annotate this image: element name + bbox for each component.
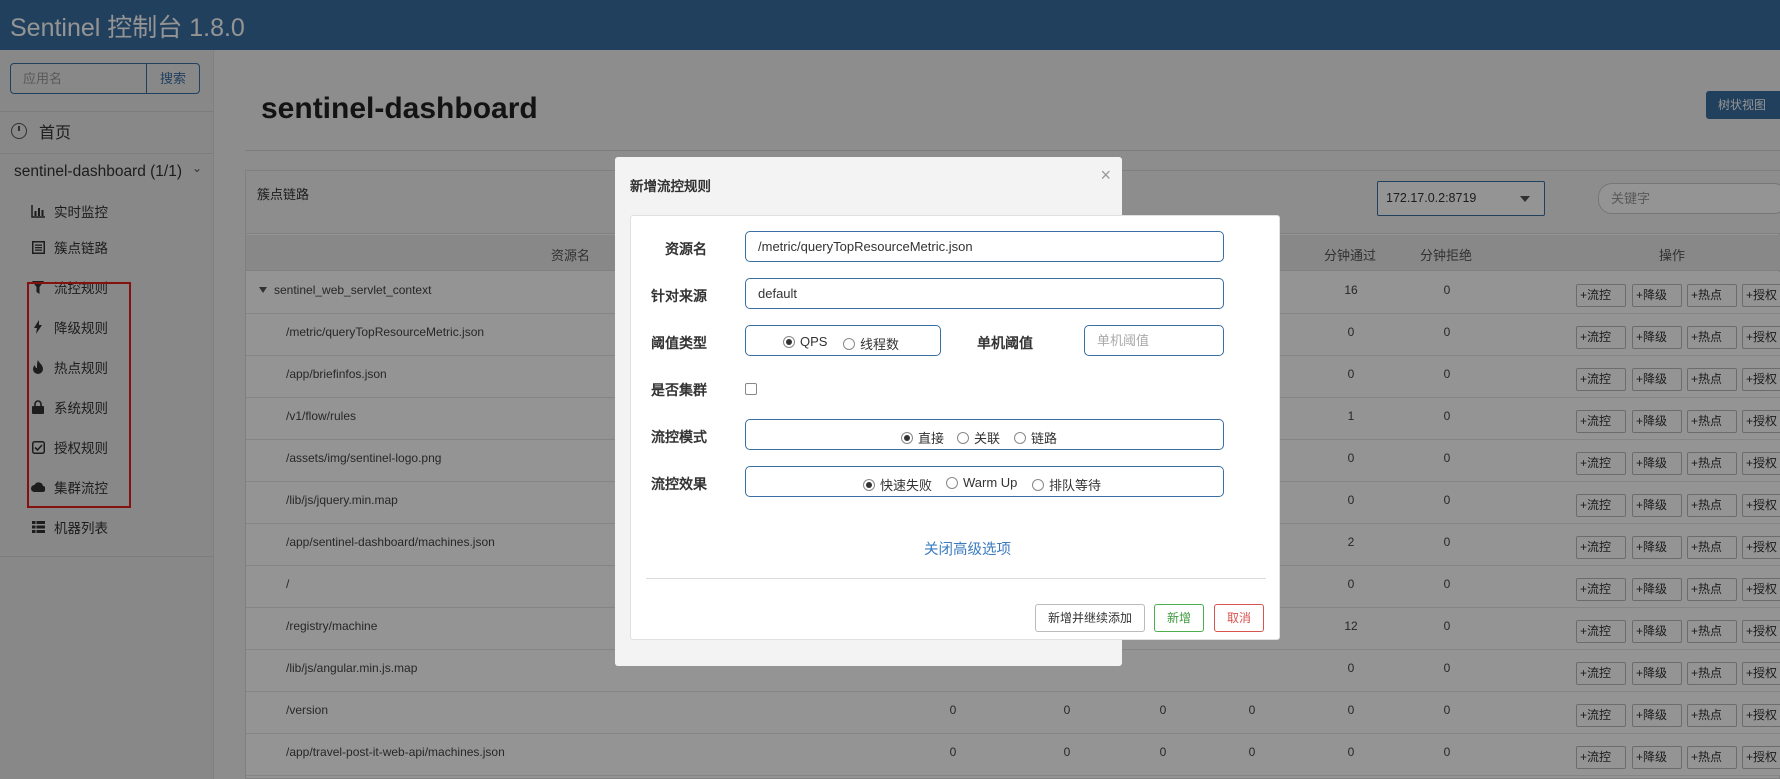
cluster-label: 是否集群 (651, 382, 707, 398)
dialog-title: 新增流控规则 (630, 179, 711, 194)
radio-dot (863, 478, 875, 491)
add-button[interactable]: 新增 (1154, 604, 1204, 632)
radio-label: 排队等待 (1049, 478, 1102, 493)
radio-dot (843, 337, 855, 350)
radio-label: 关联 (974, 431, 1001, 446)
resource-field[interactable]: /metric/queryTopResourceMetric.json (745, 231, 1224, 262)
radio-qps[interactable]: QPS (783, 334, 827, 349)
radio-associate[interactable]: 关联 (957, 428, 1000, 447)
mode-label: 流控模式 (651, 429, 707, 445)
radio-chain[interactable]: 链路 (1014, 428, 1057, 447)
divider (646, 578, 1266, 579)
radio-dot (783, 335, 795, 348)
threshold-type-group: QPS 线程数 (745, 325, 941, 356)
dialog-form: 资源名 /metric/queryTopResourceMetric.json … (630, 215, 1280, 640)
toggle-advanced-link[interactable]: 关闭高级选项 (924, 538, 1011, 559)
radio-label: Warm Up (963, 475, 1018, 490)
effect-group: 快速失败 Warm Up 排队等待 (745, 466, 1224, 497)
origin-label: 针对来源 (651, 288, 707, 304)
add-and-continue-button[interactable]: 新增并继续添加 (1035, 604, 1145, 632)
cancel-button[interactable]: 取消 (1214, 604, 1264, 632)
radio-threads[interactable]: 线程数 (843, 334, 899, 353)
radio-label: 链路 (1031, 431, 1058, 446)
resource-label: 资源名 (665, 241, 707, 257)
threshold-type-label: 阈值类型 (651, 335, 707, 351)
radio-dot (1032, 478, 1044, 491)
radio-fail-fast[interactable]: 快速失败 (863, 475, 932, 494)
threshold-label: 单机阈值 (977, 335, 1033, 351)
radio-warm-up[interactable]: Warm Up (946, 475, 1017, 490)
radio-dot (957, 431, 969, 444)
origin-field[interactable]: default (745, 278, 1224, 309)
radio-label: 线程数 (860, 337, 900, 352)
radio-dot (1014, 431, 1026, 444)
effect-label: 流控效果 (651, 476, 707, 492)
radio-dot (946, 476, 958, 489)
radio-label: QPS (800, 334, 828, 349)
radio-label: 直接 (918, 431, 945, 446)
mode-group: 直接 关联 链路 (745, 419, 1224, 450)
radio-dot (901, 431, 913, 444)
radio-queue[interactable]: 排队等待 (1032, 475, 1101, 494)
radio-direct[interactable]: 直接 (901, 428, 944, 447)
add-flow-rule-dialog: 新增流控规则 × 资源名 /metric/queryTopResourceMet… (615, 157, 1280, 666)
close-icon[interactable]: × (1100, 166, 1111, 184)
radio-label: 快速失败 (880, 478, 933, 493)
threshold-field[interactable]: 单机阈值 (1084, 325, 1224, 356)
cluster-checkbox[interactable] (745, 383, 757, 395)
